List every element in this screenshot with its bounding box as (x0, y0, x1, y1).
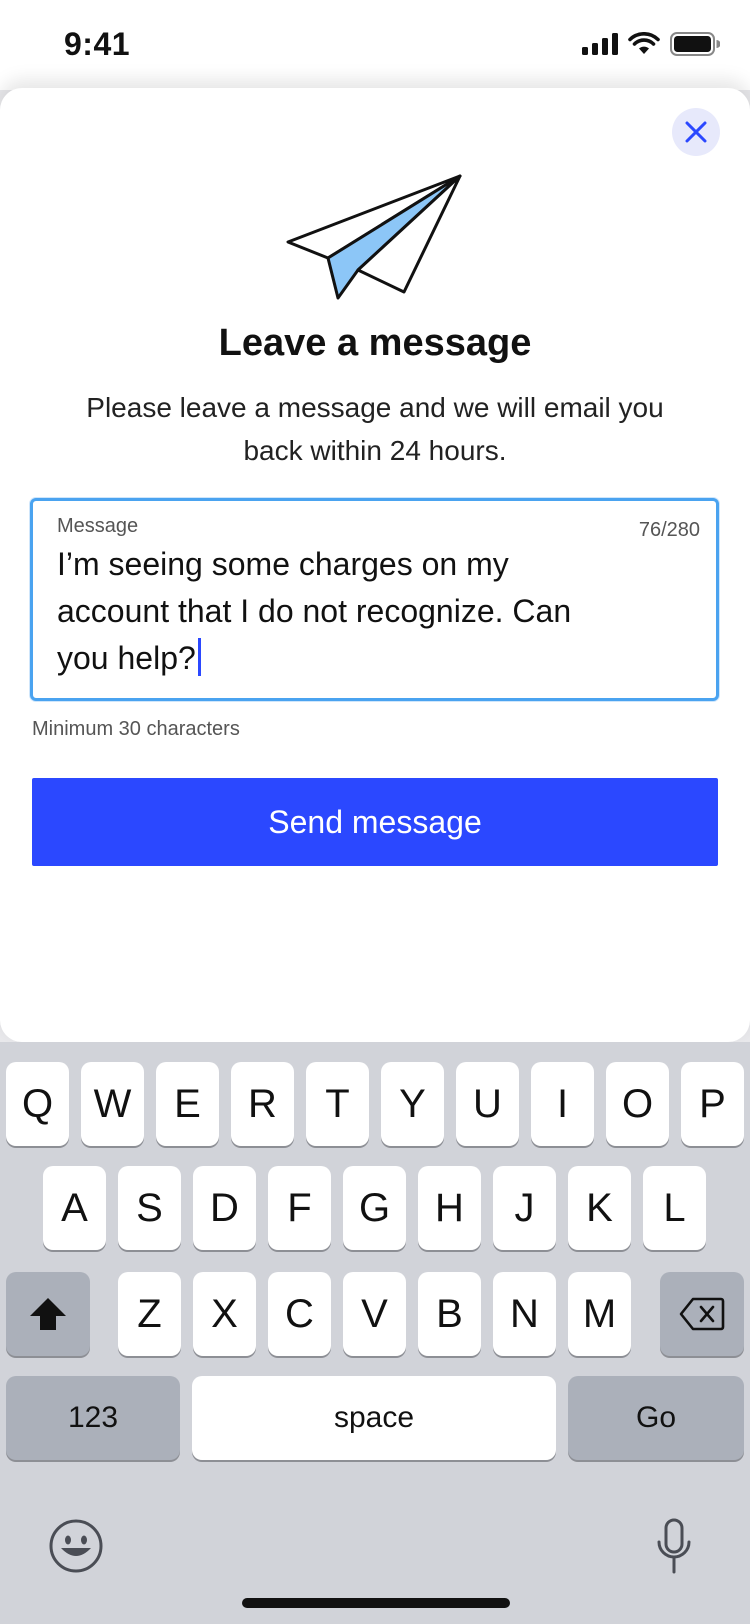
modal-title: Leave a message (218, 322, 532, 364)
character-counter: 76/280 (638, 519, 700, 541)
key-n[interactable]: N (493, 1272, 556, 1356)
send-message-button[interactable]: Send message (32, 778, 718, 866)
modal-subtitle: Please leave a message and we will email… (86, 392, 664, 466)
wifi-icon (628, 32, 660, 54)
battery-icon (670, 32, 720, 56)
key-b[interactable]: B (418, 1272, 481, 1356)
message-text: I’m seeing some charges on my account th… (57, 541, 617, 682)
key-p[interactable]: P (681, 1062, 744, 1146)
key-m[interactable]: M (568, 1272, 631, 1356)
space-key[interactable]: space (192, 1376, 556, 1460)
key-u[interactable]: U (456, 1062, 519, 1146)
key-i[interactable]: I (531, 1062, 594, 1146)
helper-text: Minimum 30 characters (32, 718, 240, 740)
cellular-signal-icon (582, 33, 618, 55)
key-z[interactable]: Z (118, 1272, 181, 1356)
paper-plane-icon (286, 174, 462, 300)
key-v[interactable]: V (343, 1272, 406, 1356)
key-k[interactable]: K (568, 1166, 631, 1250)
key-c[interactable]: C (268, 1272, 331, 1356)
key-a[interactable]: A (43, 1166, 106, 1250)
shift-icon (30, 1298, 66, 1330)
key-f[interactable]: F (268, 1166, 331, 1250)
close-icon (685, 121, 707, 143)
backspace-icon (679, 1297, 725, 1331)
go-key[interactable]: Go (568, 1376, 744, 1460)
key-h[interactable]: H (418, 1166, 481, 1250)
key-j[interactable]: J (493, 1166, 556, 1250)
numbers-key[interactable]: 123 (6, 1376, 180, 1460)
key-g[interactable]: G (343, 1166, 406, 1250)
key-r[interactable]: R (231, 1062, 294, 1146)
message-textarea[interactable]: Message 76/280 I’m seeing some charges o… (30, 498, 719, 701)
status-bar: 9:41 (0, 0, 750, 90)
key-s[interactable]: S (118, 1166, 181, 1250)
key-t[interactable]: T (306, 1062, 369, 1146)
key-q[interactable]: Q (6, 1062, 69, 1146)
shift-key[interactable] (6, 1272, 90, 1356)
key-e[interactable]: E (156, 1062, 219, 1146)
key-x[interactable]: X (193, 1272, 256, 1356)
key-y[interactable]: Y (381, 1062, 444, 1146)
leave-message-sheet: Leave a message Please leave a message a… (0, 88, 750, 1042)
emoji-icon[interactable] (48, 1518, 104, 1574)
key-o[interactable]: O (606, 1062, 669, 1146)
status-icons (582, 32, 720, 56)
close-button[interactable] (672, 108, 720, 156)
delete-key[interactable] (660, 1272, 744, 1356)
text-cursor (197, 638, 201, 676)
key-w[interactable]: W (81, 1062, 144, 1146)
message-value: I’m seeing some charges on my account th… (57, 546, 572, 676)
home-indicator (242, 1598, 510, 1608)
key-d[interactable]: D (193, 1166, 256, 1250)
status-time: 9:41 (64, 26, 131, 62)
key-l[interactable]: L (643, 1166, 706, 1250)
keyboard: QWERTYUIOP ASDFGHJKL ZXCVBNM 123 space G… (0, 1042, 750, 1624)
message-label: Message (57, 515, 139, 537)
microphone-icon[interactable] (656, 1518, 692, 1574)
